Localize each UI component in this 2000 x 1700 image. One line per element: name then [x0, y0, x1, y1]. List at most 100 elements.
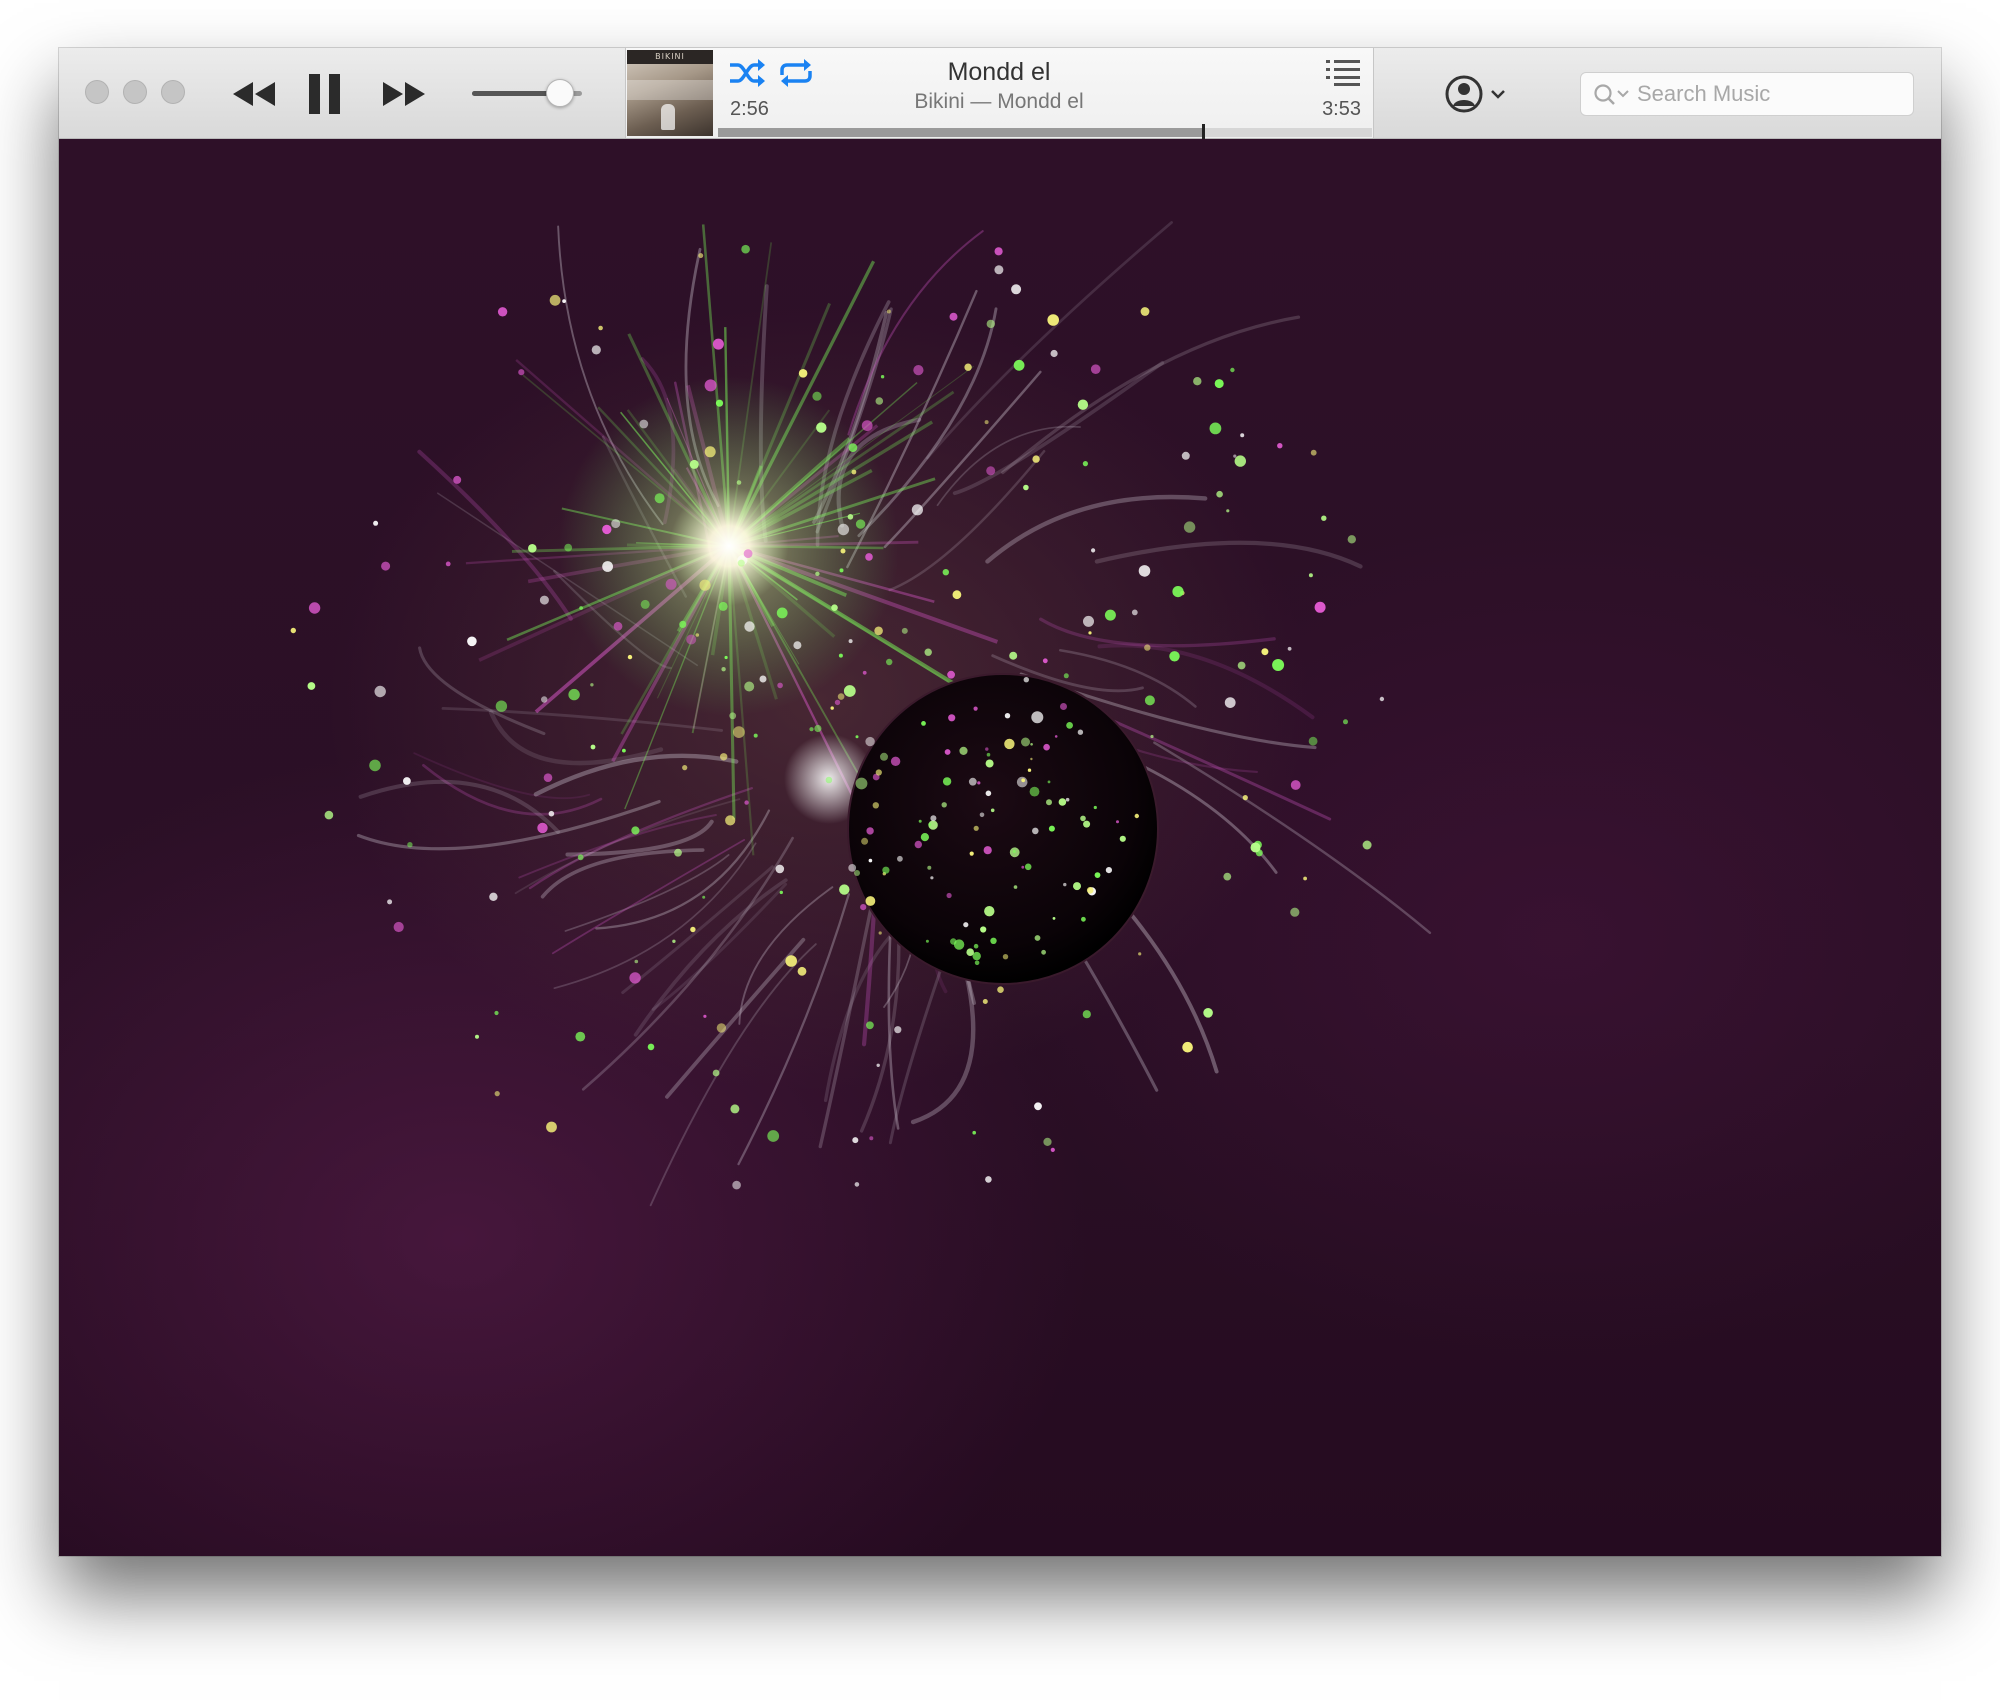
visualizer-particle — [1223, 872, 1232, 881]
volume-slider[interactable] — [472, 79, 592, 107]
visualizer-particle — [1013, 885, 1018, 889]
sphere-particle — [1080, 815, 1086, 822]
visualizer-particle — [848, 443, 858, 452]
album-artwork[interactable]: BIKINI — [627, 50, 713, 136]
visualizer-particle — [952, 590, 962, 600]
visualizer-particle — [1343, 719, 1348, 725]
visualizer-particle — [602, 561, 613, 572]
visualizer-particle — [964, 363, 972, 371]
sphere-particle — [1024, 863, 1032, 871]
visualizer-particle — [854, 1182, 860, 1187]
visualizer-particle — [1362, 840, 1372, 850]
sphere-particle — [920, 833, 930, 842]
playback-progress-bar[interactable] — [718, 124, 1372, 139]
visualizer-particle — [1287, 646, 1292, 651]
visualizer-particle — [839, 884, 850, 895]
sphere-particle — [1032, 827, 1039, 835]
account-button[interactable] — [1444, 72, 1514, 116]
visualizer-particle — [1031, 711, 1044, 724]
visualizer-particle — [720, 753, 728, 761]
visualizer-particle — [1131, 609, 1138, 616]
sphere-particle — [959, 746, 968, 756]
visualizer-particle — [1047, 314, 1059, 326]
visualizer-strand — [737, 893, 850, 1166]
visualizer-particle — [591, 345, 601, 355]
visualizer-particle — [1347, 535, 1357, 544]
visualizer-particle — [1016, 776, 1028, 788]
visualizer-particle — [759, 675, 767, 683]
rewind-button[interactable] — [227, 72, 279, 116]
visualizer-particle — [1042, 658, 1048, 664]
search-scope-button[interactable] — [1593, 83, 1633, 112]
visualizer-particle — [1032, 455, 1040, 463]
visualizer-particle — [494, 1010, 499, 1016]
rewind-icon — [233, 82, 275, 106]
visualizer-particle — [862, 670, 867, 675]
visualizer-particle — [629, 972, 641, 984]
sphere-particle — [941, 802, 947, 808]
visualizer-particle — [854, 870, 860, 876]
visualizer-particle — [724, 655, 728, 660]
visualizer-particle — [1183, 521, 1196, 533]
visualizer-particle — [1083, 615, 1094, 627]
sphere-particle — [963, 922, 969, 928]
sphere-particle — [866, 827, 874, 835]
sphere-particle — [927, 865, 932, 870]
pause-button[interactable] — [305, 72, 345, 116]
visualizer-particle — [1379, 696, 1385, 702]
visualizer-particle — [1091, 548, 1096, 553]
visualizer-strand — [417, 449, 573, 621]
up-next-button[interactable] — [1326, 58, 1360, 91]
visualizer-particle — [1182, 1041, 1193, 1053]
itunes-window: BIKINI 2:56 Mondd el Bikini — Mondd el 3… — [59, 48, 1941, 1556]
visualizer-strand — [1001, 315, 1301, 475]
sphere-particle — [1021, 778, 1026, 783]
visualizer-particle — [737, 559, 745, 567]
visualizer-particle — [611, 519, 621, 529]
visualizer-particle — [798, 369, 808, 378]
fast-forward-button[interactable] — [379, 72, 431, 116]
visualizer-particle — [704, 379, 717, 392]
visualizer-particle — [814, 724, 822, 733]
playhead[interactable] — [1201, 124, 1205, 139]
light-burst — [559, 376, 899, 716]
visualizer-particle — [986, 319, 995, 329]
visualizer-particle — [1308, 736, 1318, 746]
sphere-particle — [1105, 867, 1112, 874]
visualizer-particle — [712, 338, 724, 350]
visualizer-particle — [369, 759, 381, 772]
visualizer-particle — [654, 493, 665, 504]
artist-album[interactable]: Bikini — Mondd el — [714, 90, 1284, 114]
visualizer-particle — [381, 561, 391, 571]
visualizer-particle — [860, 904, 867, 911]
visualizer-particle — [1303, 876, 1307, 881]
visualizer-particle — [549, 294, 561, 306]
visualizer-particle — [539, 595, 549, 605]
sphere-particle — [882, 866, 890, 874]
visualizer-particle — [475, 1034, 479, 1039]
volume-knob[interactable] — [546, 79, 574, 107]
search-field[interactable] — [1580, 72, 1914, 116]
visualizer-particle — [1023, 484, 1029, 491]
visualizer-particle — [777, 682, 783, 689]
sphere-particle — [1116, 820, 1119, 824]
visualizer-particle — [1169, 651, 1180, 662]
visualizer-strand — [1094, 540, 1363, 569]
zoom-window-button[interactable] — [161, 80, 185, 104]
visualizer-particle — [911, 504, 924, 516]
visualizer-particle — [453, 475, 462, 484]
visualizer-particle — [1250, 842, 1261, 853]
visualizer-particle — [631, 826, 640, 835]
sphere-particle — [1054, 735, 1058, 738]
close-window-button[interactable] — [85, 80, 109, 104]
visualizer-particle — [568, 688, 580, 701]
visualizer-particle — [878, 931, 882, 935]
visualizer-particle — [880, 752, 888, 761]
sphere-particle — [966, 948, 974, 956]
search-input[interactable] — [1637, 77, 1905, 111]
visualizer-particle — [575, 1031, 586, 1042]
visualizer-particle — [494, 1091, 500, 1097]
visualizer-particle — [1058, 798, 1067, 806]
visualizer-particle — [1290, 780, 1301, 790]
minimize-window-button[interactable] — [123, 80, 147, 104]
